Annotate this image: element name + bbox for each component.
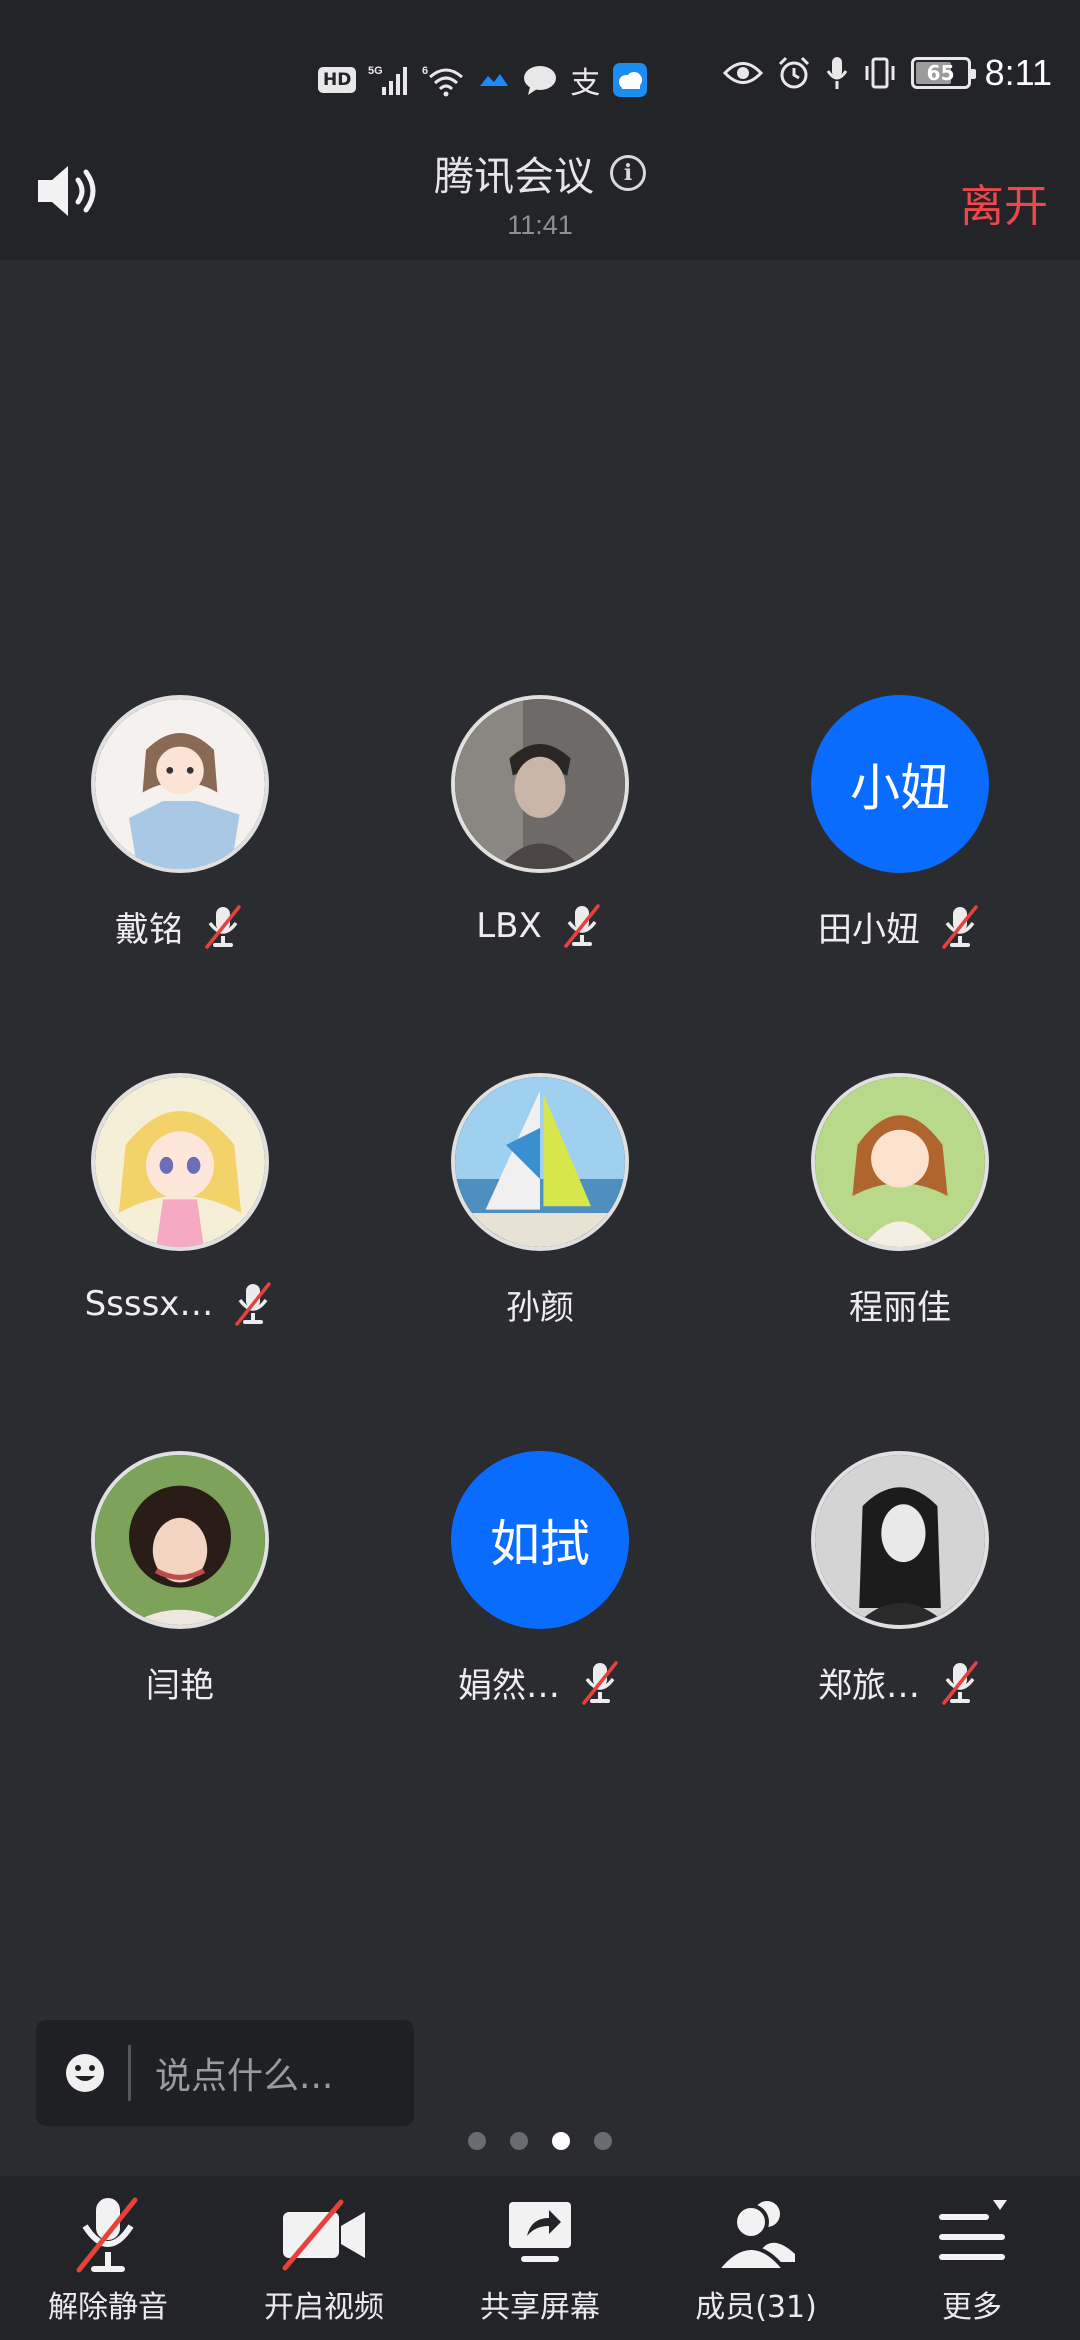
participant-name: 娟然…: [458, 1666, 560, 1706]
share-screen-label: 共享屏幕: [480, 2290, 600, 2325]
man-photo-avatar-icon: [455, 699, 625, 869]
avatar: [91, 1073, 269, 1251]
start-video-label: 开启视频: [264, 2290, 384, 2325]
cartoon-girl-avatar-icon: [95, 1077, 265, 1247]
bottom-toolbar: 解除静音 开启视频 共享屏幕 成员(31) 更多: [0, 2176, 1080, 2340]
participant-tile[interactable]: 孙颜: [360, 1068, 720, 1446]
signal-5g-icon: 5G: [368, 65, 408, 95]
participant-tile[interactable]: Ssssx…: [0, 1068, 360, 1446]
woman-bw-avatar-icon: [815, 1455, 985, 1625]
mic-muted-icon: [942, 904, 978, 949]
weather-icon: [613, 63, 648, 97]
chat-input[interactable]: 说点什么...: [36, 2020, 414, 2126]
avatar: [451, 1073, 629, 1251]
meeting-title-area[interactable]: 腾讯会议 i 11:41: [0, 144, 1080, 241]
participant-tile[interactable]: 戴铭: [0, 690, 360, 1068]
participant-name: LBX: [476, 906, 542, 946]
participant-tile[interactable]: 小妞 田小妞: [720, 690, 1080, 1068]
microphone-off-icon: [76, 2197, 138, 2273]
more-label: 更多: [942, 2290, 1002, 2325]
avatar: [451, 695, 629, 873]
page-dot-active[interactable]: [552, 2132, 570, 2150]
avatar: [811, 1451, 989, 1629]
emoji-icon[interactable]: [64, 2052, 106, 2094]
members-button[interactable]: 成员(31): [648, 2176, 864, 2340]
participant-name: 孙颜: [506, 1288, 574, 1328]
leave-button[interactable]: 离开: [960, 170, 1048, 234]
wifi-6-label: 6: [422, 65, 428, 77]
signal-5g-label: 5G: [368, 65, 383, 77]
clock: 8:11: [984, 52, 1052, 93]
text-avatar: 小妞: [811, 695, 989, 873]
members-icon: [712, 2201, 795, 2272]
participant-tile[interactable]: 如拭 娟然…: [360, 1446, 720, 1824]
chat-bubble-icon: [524, 66, 557, 95]
eye-icon: [722, 62, 763, 84]
participant-name: 郑旅…: [818, 1666, 920, 1706]
anime-woman-avatar-icon: [815, 1077, 985, 1247]
participant-name: 程丽佳: [849, 1288, 951, 1328]
info-icon[interactable]: i: [610, 155, 646, 191]
unmute-button[interactable]: 解除静音: [0, 2176, 216, 2340]
more-menu-icon: [939, 2200, 1007, 2260]
wifi-icon: 6: [422, 65, 464, 97]
woman-curly-avatar-icon: [95, 1455, 265, 1625]
participant-name: Ssssx…: [84, 1284, 214, 1324]
chat-placeholder: 说点什么...: [155, 2056, 334, 2097]
battery-icon: 65: [910, 57, 976, 89]
more-button[interactable]: 更多: [864, 2176, 1080, 2340]
text-avatar: 如拭: [451, 1451, 629, 1629]
participant-name: 田小妞: [818, 910, 920, 950]
sailboat-avatar-icon: [455, 1077, 625, 1247]
share-screen-button[interactable]: 共享屏幕: [432, 2176, 648, 2340]
avatar: [91, 695, 269, 873]
status-bar: HD 5G 6 支 65 8:11: [0, 0, 1080, 130]
battery-level: 65: [926, 61, 955, 85]
avatar: [811, 1073, 989, 1251]
participant-name: 戴铭: [115, 910, 183, 950]
mic-muted-icon: [205, 904, 241, 949]
participant-tile[interactable]: 郑旅…: [720, 1446, 1080, 1824]
start-video-button[interactable]: 开启视频: [216, 2176, 432, 2340]
anime-girl-avatar-icon: [95, 699, 265, 869]
avatar: [91, 1451, 269, 1629]
mic-muted-icon: [235, 1282, 272, 1326]
page-dot[interactable]: [468, 2132, 486, 2150]
unmute-label: 解除静音: [48, 2290, 168, 2325]
vibrate-icon: [865, 57, 895, 89]
microphone-status-icon: [826, 57, 847, 89]
meeting-header: 腾讯会议 i 11:41 离开: [0, 130, 1080, 260]
status-left-icons: HD 5G 6 支: [318, 58, 648, 102]
alipay-icon: 支: [570, 66, 601, 101]
members-label: 成员(31): [695, 2290, 817, 2325]
mic-muted-icon: [582, 1660, 618, 1705]
status-right-icons: 65 8:11: [722, 52, 1052, 94]
meeting-duration: 11:41: [507, 210, 573, 240]
page-indicator: [0, 2132, 1080, 2150]
page-dot[interactable]: [510, 2132, 528, 2150]
mic-muted-icon: [942, 1660, 978, 1705]
meeting-title: 腾讯会议: [434, 154, 594, 200]
participant-tile[interactable]: 程丽佳: [720, 1068, 1080, 1446]
participant-tile[interactable]: LBX: [360, 690, 720, 1068]
hd-icon: HD: [318, 67, 357, 93]
mic-muted-icon: [564, 904, 600, 948]
video-off-icon: [282, 2199, 365, 2271]
alarm-icon: [778, 56, 809, 89]
participant-tile[interactable]: 闫艳: [0, 1446, 360, 1824]
app-notification-icon: [480, 74, 509, 86]
share-screen-icon: [509, 2202, 571, 2262]
chat-divider: [128, 2045, 131, 2101]
participant-name: 闫艳: [146, 1666, 214, 1706]
page-dot[interactable]: [594, 2132, 612, 2150]
